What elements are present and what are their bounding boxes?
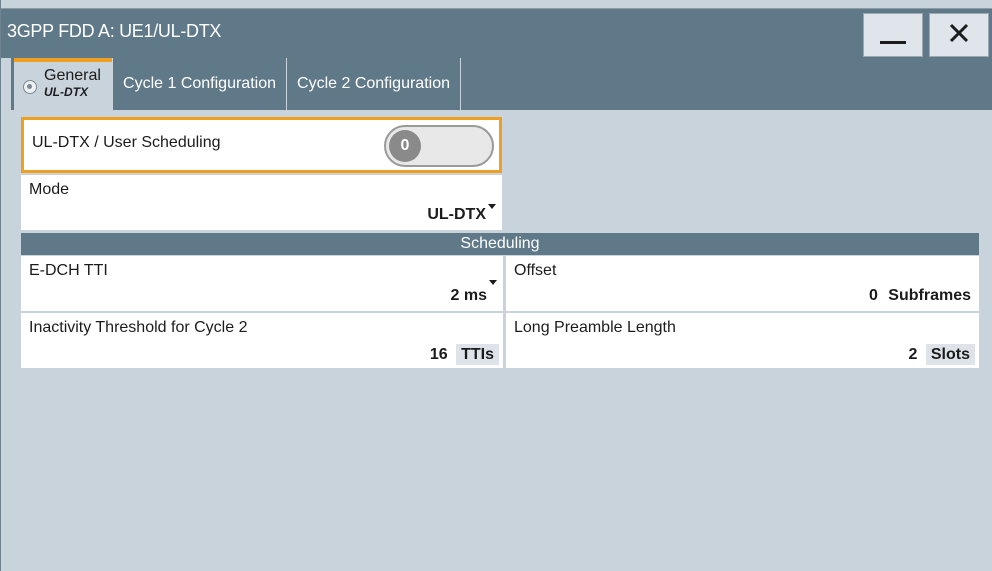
uldtx-user-scheduling-row: UL-DTX / User Scheduling 0 bbox=[21, 117, 502, 173]
chevron-down-icon bbox=[488, 204, 496, 209]
mode-value: UL-DTX bbox=[427, 206, 486, 223]
tab-general[interactable]: General UL-DTX bbox=[14, 58, 112, 110]
edch-tti-value: 2 ms bbox=[450, 287, 487, 304]
close-icon bbox=[949, 23, 969, 48]
inactivity-threshold-value-group: 16 TTIs bbox=[429, 344, 499, 365]
uldtx-user-scheduling-toggle[interactable]: 0 bbox=[384, 125, 494, 167]
tab-bar: General UL-DTX Cycle 1 Configuration Cyc… bbox=[11, 58, 992, 110]
inactivity-threshold-value: 16 bbox=[429, 346, 448, 363]
tab-cycle-1-label: Cycle 1 Configuration bbox=[123, 75, 276, 92]
long-preamble-length-label: Long Preamble Length bbox=[514, 319, 676, 336]
close-button[interactable] bbox=[929, 13, 989, 57]
long-preamble-length-value: 2 bbox=[908, 346, 918, 363]
radio-icon bbox=[23, 80, 37, 94]
tab-cycle-2-label: Cycle 2 Configuration bbox=[297, 75, 450, 92]
offset-unit: Subframes bbox=[888, 287, 971, 304]
toggle-knob: 0 bbox=[389, 130, 421, 162]
window-title: 3GPP FDD A: UE1/UL-DTX bbox=[7, 21, 222, 41]
minimize-button[interactable] bbox=[863, 13, 923, 57]
tab-cycle-2-configuration[interactable]: Cycle 2 Configuration bbox=[287, 58, 461, 110]
dialog-window: 3GPP FDD A: UE1/UL-DTX General UL-DTX Cy… bbox=[0, 0, 992, 571]
mode-label: Mode bbox=[29, 181, 70, 198]
inactivity-threshold-field[interactable]: Inactivity Threshold for Cycle 2 16 TTIs bbox=[21, 313, 503, 368]
tab-general-sublabel: UL-DTX bbox=[44, 85, 88, 99]
long-preamble-length-field[interactable]: Long Preamble Length 2 Slots bbox=[506, 313, 979, 368]
offset-value: 0 bbox=[868, 287, 878, 304]
minimize-icon bbox=[880, 40, 906, 44]
mode-dropdown[interactable]: Mode UL-DTX bbox=[21, 175, 502, 230]
uldtx-user-scheduling-label: UL-DTX / User Scheduling bbox=[32, 134, 221, 151]
offset-label: Offset bbox=[514, 262, 557, 279]
scheduling-section-header: Scheduling bbox=[21, 233, 979, 255]
tab-cycle-1-configuration[interactable]: Cycle 1 Configuration bbox=[112, 58, 287, 110]
tab-general-label: General bbox=[44, 67, 101, 84]
offset-field[interactable]: Offset 0 Subframes bbox=[506, 256, 979, 311]
inactivity-threshold-label: Inactivity Threshold for Cycle 2 bbox=[29, 319, 248, 336]
inactivity-threshold-unit: TTIs bbox=[456, 344, 499, 365]
long-preamble-length-unit: Slots bbox=[925, 344, 975, 365]
edch-tti-dropdown[interactable]: E-DCH TTI 2 ms bbox=[21, 256, 503, 311]
chevron-down-icon bbox=[489, 280, 497, 285]
long-preamble-length-value-group: 2 Slots bbox=[908, 344, 975, 365]
edch-tti-label: E-DCH TTI bbox=[29, 262, 108, 279]
offset-value-group: 0 Subframes bbox=[869, 287, 971, 305]
title-bar: 3GPP FDD A: UE1/UL-DTX bbox=[1, 8, 992, 58]
